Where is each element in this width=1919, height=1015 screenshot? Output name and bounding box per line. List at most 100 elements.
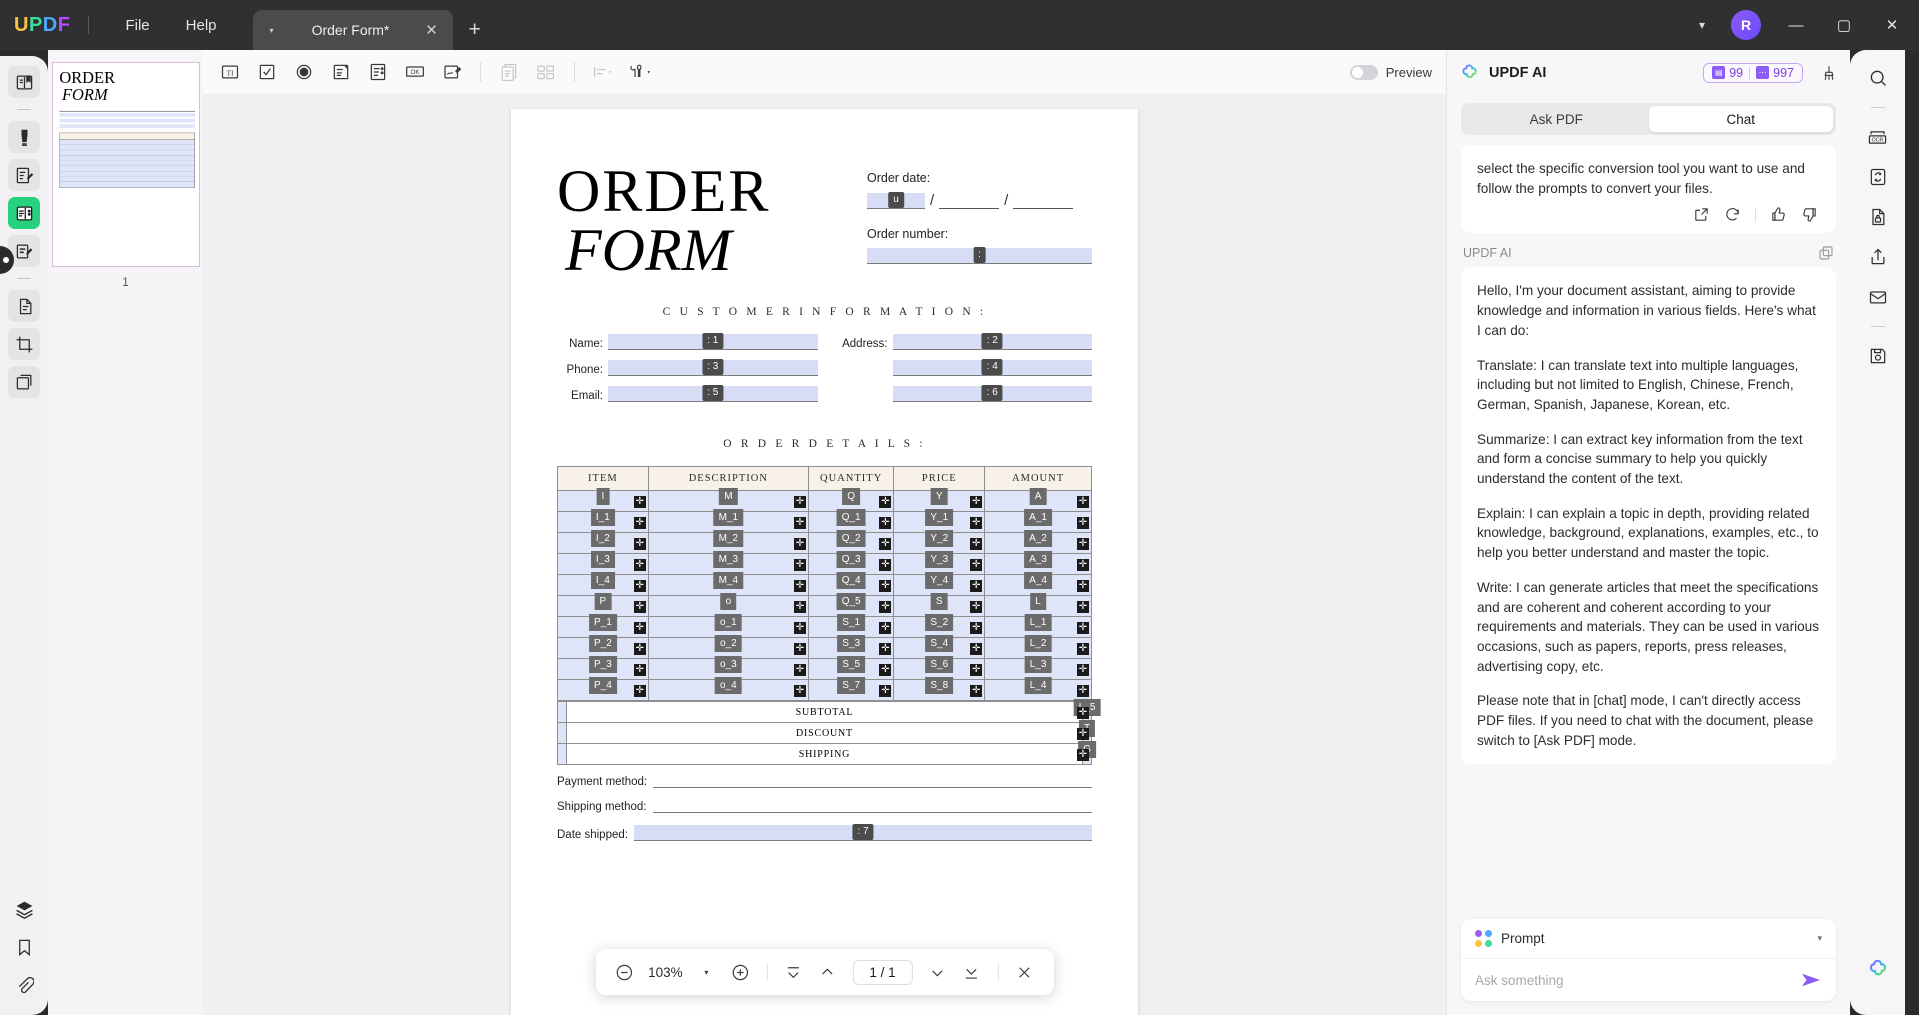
form-field-cell[interactable]: S_8 ✛ [893, 677, 986, 701]
add-field-button[interactable]: ✛ [793, 622, 806, 634]
search-icon[interactable] [1862, 62, 1894, 94]
add-field-button[interactable]: ✛ [793, 538, 806, 550]
crop-icon[interactable] [8, 328, 40, 360]
ask-input[interactable] [1475, 972, 1800, 988]
pdf-viewport[interactable]: ORDER FORM Order date: u / / Order numbe… [203, 95, 1446, 1015]
avatar[interactable]: R [1731, 10, 1761, 40]
chevron-down-icon[interactable]: ▾ [1817, 933, 1822, 944]
tab-close-icon[interactable]: ✕ [423, 21, 441, 39]
maximize-button[interactable]: ▢ [1821, 0, 1867, 50]
chevron-down-icon[interactable]: ▾ [1685, 18, 1719, 32]
order-date-field[interactable]: u [867, 192, 925, 209]
add-field-button[interactable]: ✛ [970, 580, 983, 592]
grid-layout-tool[interactable] [529, 56, 563, 88]
annotate-icon[interactable] [8, 159, 40, 191]
add-field-button[interactable]: ✛ [879, 517, 892, 529]
zoom-level[interactable]: 103% [643, 965, 687, 980]
add-field-button[interactable]: ✛ [970, 538, 983, 550]
add-field-button[interactable]: ✛ [1077, 749, 1089, 761]
email-icon[interactable] [1862, 281, 1894, 313]
add-field-button[interactable]: ✛ [1077, 622, 1089, 634]
add-field-button[interactable]: ✛ [793, 559, 806, 571]
read-mode-icon[interactable] [8, 66, 40, 98]
form-field-cell[interactable]: L_4 ✛ [984, 677, 1092, 701]
share-icon[interactable] [1862, 241, 1894, 273]
name-field[interactable]: : 1 [608, 333, 818, 350]
copy-tool[interactable] [492, 56, 526, 88]
form-field-cell[interactable]: S_7 ✛ [807, 677, 895, 701]
phone-field[interactable]: : 3 [608, 359, 818, 376]
signature-tool[interactable] [435, 56, 469, 88]
add-field-button[interactable]: ✛ [1077, 601, 1089, 613]
add-field-button[interactable]: ✛ [633, 496, 646, 508]
tab-chat[interactable]: Chat [1648, 106, 1833, 132]
copy-icon[interactable] [1818, 245, 1834, 261]
add-field-button[interactable]: ✛ [970, 643, 983, 655]
tab-caret-icon[interactable]: ▾ [265, 26, 279, 35]
last-page-button[interactable] [957, 957, 987, 987]
address-field-2[interactable]: : 4 [892, 359, 1092, 376]
preview-toggle[interactable] [1349, 64, 1378, 80]
ai-assistant-icon[interactable] [1862, 953, 1894, 985]
add-field-button[interactable]: ✛ [633, 685, 646, 697]
add-field-button[interactable]: ✛ [1077, 685, 1089, 697]
order-number-field[interactable]: : [867, 247, 1092, 264]
add-field-button[interactable]: ✛ [1077, 517, 1089, 529]
pdf-page[interactable]: ORDER FORM Order date: u / / Order numbe… [511, 109, 1138, 1015]
add-field-button[interactable]: ✛ [793, 496, 806, 508]
thumbs-up-icon[interactable] [1770, 206, 1787, 223]
address-field[interactable]: : 2 [892, 333, 1092, 350]
add-field-button[interactable]: ✛ [793, 643, 806, 655]
add-field-button[interactable]: ✛ [633, 559, 646, 571]
save-icon[interactable] [1862, 340, 1894, 372]
push-button-tool[interactable]: OK [398, 56, 432, 88]
ai-credit-badges[interactable]: ▤ 99 ⋯ 997 [1703, 62, 1803, 83]
address-field-3[interactable]: : 6 [892, 385, 1092, 402]
menu-file[interactable]: File [107, 13, 167, 38]
close-button[interactable]: ✕ [1869, 0, 1915, 50]
dropdown-tool[interactable] [324, 56, 358, 88]
add-field-button[interactable]: ✛ [1077, 643, 1089, 655]
add-field-button[interactable]: ✛ [633, 580, 646, 592]
minimize-button[interactable]: — [1773, 0, 1819, 50]
protect-icon[interactable] [1862, 201, 1894, 233]
batch-icon[interactable] [8, 366, 40, 398]
add-field-button[interactable]: ✛ [1077, 538, 1089, 550]
add-field-button[interactable]: ✛ [1077, 496, 1089, 508]
first-page-button[interactable] [778, 957, 808, 987]
add-field-button[interactable]: ✛ [793, 580, 806, 592]
add-field-button[interactable]: ✛ [970, 622, 983, 634]
checkbox-tool[interactable] [250, 56, 284, 88]
add-field-button[interactable]: ✛ [633, 538, 646, 550]
attachment-icon[interactable] [8, 969, 40, 1001]
document-tab[interactable]: ▾ Order Form* ✕ [252, 10, 453, 50]
add-field-button[interactable]: ✛ [879, 580, 892, 592]
add-field-button[interactable]: ✛ [970, 496, 983, 508]
add-field-button[interactable]: ✛ [879, 601, 892, 613]
add-field-button[interactable]: ✛ [879, 622, 892, 634]
form-field-cell[interactable]: P_4 ✛ [557, 677, 649, 701]
form-fields-icon[interactable] [8, 197, 40, 229]
next-page-button[interactable] [923, 957, 953, 987]
form-settings-tool[interactable] [623, 56, 657, 88]
add-field-button[interactable]: ✛ [879, 538, 892, 550]
close-nav-button[interactable] [1010, 957, 1040, 987]
add-field-button[interactable]: ✛ [1077, 707, 1089, 719]
add-field-button[interactable]: ✛ [793, 664, 806, 676]
list-box-tool[interactable] [361, 56, 395, 88]
add-field-button[interactable]: ✛ [879, 559, 892, 571]
add-field-button[interactable]: ✛ [633, 643, 646, 655]
new-tab-button[interactable]: + [469, 18, 481, 42]
thumbs-down-icon[interactable] [1801, 206, 1818, 223]
add-field-button[interactable]: ✛ [633, 664, 646, 676]
totals-field-cell[interactable]: G✛ [1077, 741, 1096, 765]
regenerate-icon[interactable] [1724, 206, 1741, 223]
form-field-cell[interactable]: o_4 ✛ [647, 677, 809, 701]
add-field-button[interactable]: ✛ [633, 601, 646, 613]
add-field-button[interactable]: ✛ [1077, 580, 1089, 592]
add-field-button[interactable]: ✛ [793, 517, 806, 529]
add-field-button[interactable]: ✛ [1077, 728, 1089, 740]
add-field-button[interactable]: ✛ [633, 622, 646, 634]
add-field-button[interactable]: ✛ [970, 685, 983, 697]
add-field-button[interactable]: ✛ [793, 685, 806, 697]
